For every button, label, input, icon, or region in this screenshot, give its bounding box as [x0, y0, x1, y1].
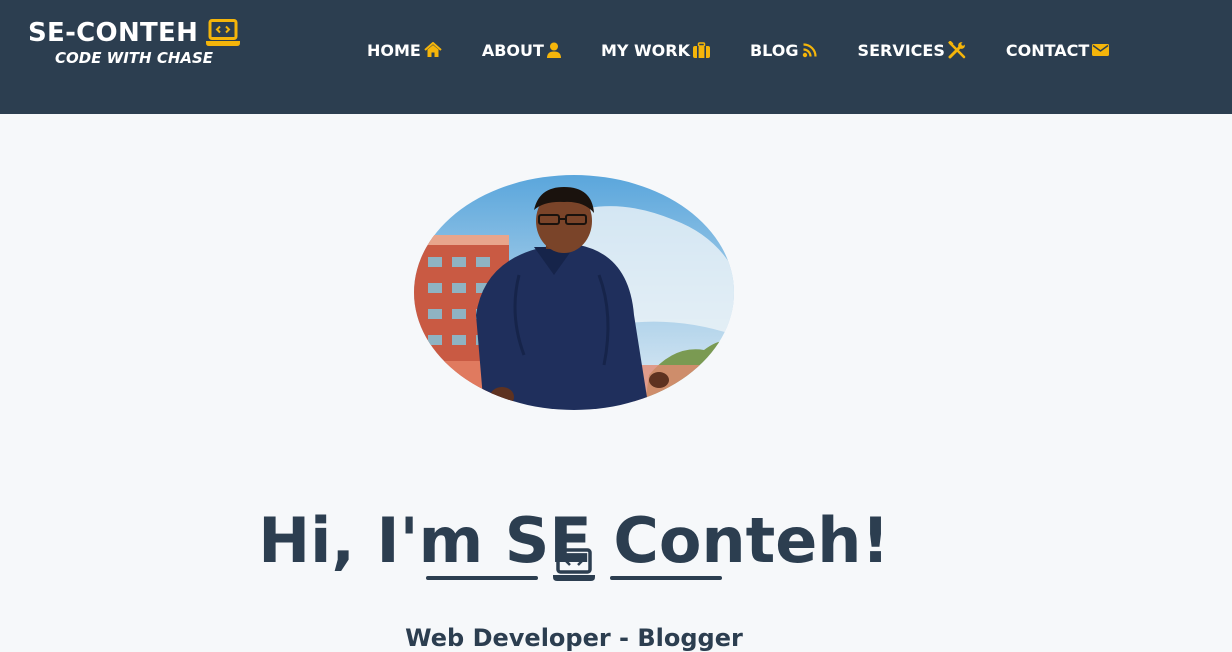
profile-photo [414, 175, 734, 410]
nav-services-label: SERVICES [857, 40, 945, 60]
nav-blog-label: BLOG [749, 40, 799, 60]
nav-my-work-label: MY WORK [600, 40, 690, 60]
rss-icon [802, 42, 818, 58]
tools-icon [947, 41, 966, 59]
user-icon [546, 42, 561, 58]
briefcase-icon [692, 42, 710, 58]
nav-contact[interactable]: CONTACT [1005, 40, 1110, 60]
nav-my-work[interactable]: MY WORK [601, 41, 710, 60]
nav-home-label: HOME [367, 40, 421, 60]
brand[interactable]: SE-CONTEH CODE WITH CHASE [28, 18, 258, 67]
nav-menu: HOME ABOUT MY WORK BLOG SERVICES CONTACT [367, 38, 1110, 62]
nav-about-label: ABOUT [481, 40, 544, 60]
nav-about[interactable]: ABOUT [482, 41, 561, 60]
brand-title: SE-CONTEH [28, 18, 199, 48]
nav-services[interactable]: SERVICES [858, 41, 966, 60]
laptop-code-icon [206, 19, 241, 47]
brand-subtitle: CODE WITH CHASE [55, 49, 214, 67]
envelope-icon [1092, 43, 1110, 57]
divider-line-left [426, 576, 538, 580]
nav-blog[interactable]: BLOG [750, 41, 818, 60]
navbar: SE-CONTEH CODE WITH CHASE HOME ABOUT MY … [0, 0, 1232, 114]
home-icon [424, 42, 442, 58]
profile-photo-illustration [414, 175, 734, 410]
divider-line-right [610, 576, 722, 580]
nav-contact-label: CONTACT [1005, 40, 1090, 60]
laptop-code-icon [553, 548, 595, 582]
nav-home[interactable]: HOME [367, 41, 442, 60]
hero-divider [426, 547, 722, 583]
